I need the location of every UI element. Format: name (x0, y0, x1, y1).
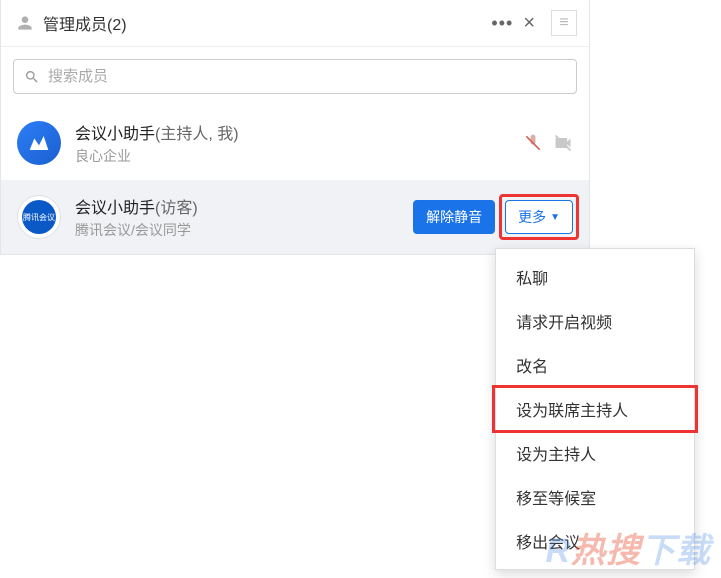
camera-off-icon (553, 133, 573, 153)
person-icon (15, 13, 35, 33)
more-button-label: 更多 (518, 207, 546, 227)
avatar: 腾讯会议 (17, 195, 61, 239)
avatar-glyph-icon (25, 129, 53, 157)
member-name: 会议小助手 (75, 200, 155, 217)
panel-title: 管理成员(2) (43, 11, 491, 35)
unmute-button-label: 解除静音 (426, 207, 482, 227)
member-row[interactable]: 会议小助手(主持人, 我) 良心企业 (1, 106, 589, 180)
panel-header: 管理成员(2) ••• × ≡ (1, 0, 589, 47)
dropdown-item-waiting-room[interactable]: 移至等候室 (496, 475, 694, 519)
member-info: 会议小助手(主持人, 我) 良心企业 (75, 120, 523, 166)
more-button[interactable]: 更多 ▼ (505, 200, 573, 234)
member-row[interactable]: 腾讯会议 会议小助手(访客) 腾讯会议/会议同学 解除静音 更多 ▼ (1, 180, 589, 254)
search-box[interactable] (13, 59, 577, 94)
member-info: 会议小助手(访客) 腾讯会议/会议同学 (75, 194, 413, 240)
tencent-meeting-badge-icon: 腾讯会议 (22, 200, 56, 234)
more-options-icon[interactable]: ••• (491, 13, 513, 34)
search-container (1, 47, 589, 106)
dropdown-item-set-host[interactable]: 设为主持人 (496, 431, 694, 475)
header-actions: ••• × ≡ (491, 10, 577, 36)
member-name-line: 会议小助手(主持人, 我) (75, 120, 523, 144)
manage-members-panel: 管理成员(2) ••• × ≡ 会议小助手(主持人, 我) 良心企业 (0, 0, 590, 255)
member-subtitle: 良心企业 (75, 146, 523, 166)
member-role: (访客) (155, 200, 198, 217)
search-icon (24, 69, 40, 85)
mic-muted-icon (523, 133, 543, 153)
dropdown-item-remove[interactable]: 移出会议 (496, 519, 694, 563)
dropdown-item-rename[interactable]: 改名 (496, 343, 694, 387)
member-role: (主持人, 我) (155, 126, 239, 143)
member-subtitle: 腾讯会议/会议同学 (75, 220, 413, 240)
dropdown-item-private-chat[interactable]: 私聊 (496, 255, 694, 299)
avatar (17, 121, 61, 165)
dropdown-item-request-video[interactable]: 请求开启视频 (496, 299, 694, 343)
row-actions: 解除静音 更多 ▼ (413, 200, 573, 234)
close-icon[interactable]: × (523, 13, 535, 33)
unmute-button[interactable]: 解除静音 (413, 200, 495, 234)
hamburger-icon[interactable]: ≡ (551, 10, 577, 36)
status-icons (523, 133, 573, 153)
dropdown-item-set-cohost[interactable]: 设为联席主持人 (496, 387, 694, 431)
search-input[interactable] (48, 68, 566, 85)
caret-down-icon: ▼ (550, 212, 560, 223)
member-name-line: 会议小助手(访客) (75, 194, 413, 218)
member-name: 会议小助手 (75, 126, 155, 143)
more-dropdown: 私聊 请求开启视频 改名 设为联席主持人 设为主持人 移至等候室 移出会议 (495, 248, 695, 570)
